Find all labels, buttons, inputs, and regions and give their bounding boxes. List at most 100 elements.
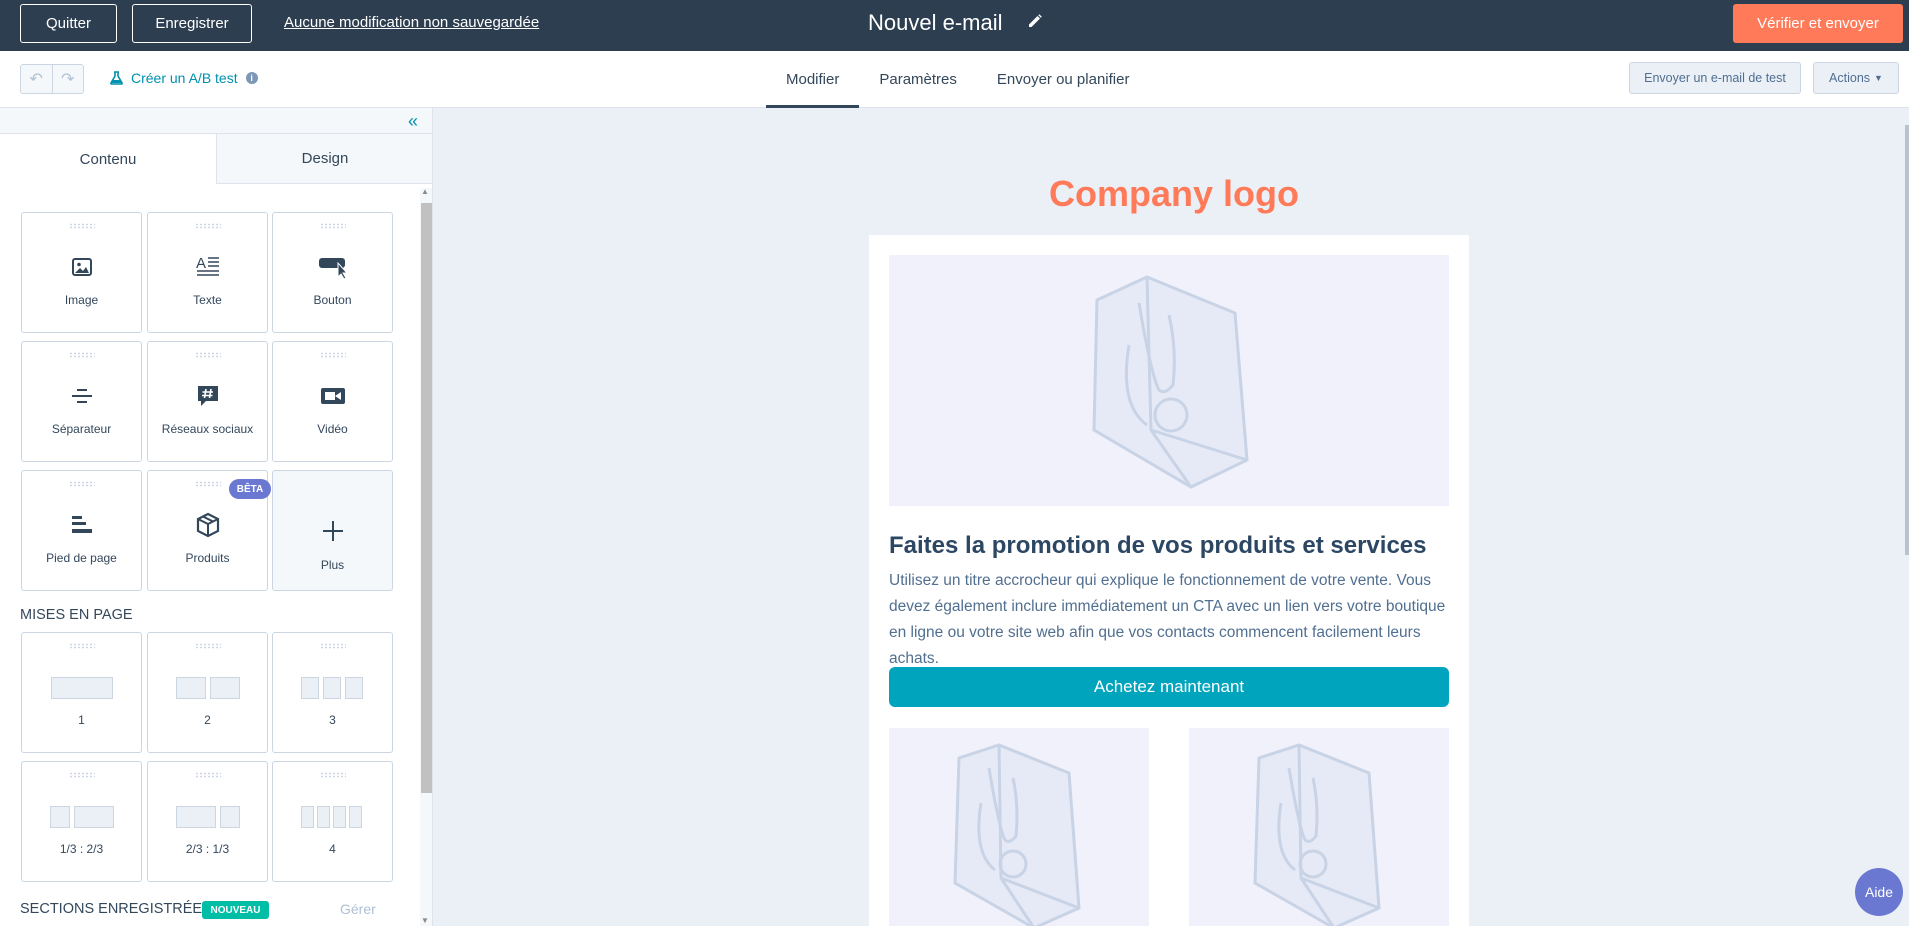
module-more[interactable]: Plus <box>272 470 393 591</box>
video-icon <box>273 382 392 410</box>
module-label: Bouton <box>313 293 352 307</box>
editor-toolbar: ↶ ↷ Créer un A/B test i Modifier Paramèt… <box>0 51 1909 108</box>
drag-handle-icon <box>69 481 95 487</box>
drag-handle-icon <box>69 223 95 229</box>
pencil-icon[interactable] <box>1027 13 1043 29</box>
layout-2-3-1-3[interactable]: 2/3 : 1/3 <box>147 761 268 882</box>
layout-column-preview <box>301 677 319 699</box>
module-footer[interactable]: Pied de page <box>21 470 142 591</box>
company-logo[interactable]: Company logo <box>1049 173 1299 215</box>
verify-and-send-button[interactable]: Vérifier et envoyer <box>1733 4 1903 43</box>
module-divider[interactable]: Séparateur <box>21 341 142 462</box>
email-title[interactable]: Nouvel e-mail <box>868 10 1003 36</box>
button-icon <box>273 253 392 281</box>
canvas-scrollbar[interactable] <box>1905 125 1909 555</box>
layout-column-preview <box>176 806 216 828</box>
manage-link[interactable]: Gérer <box>340 901 376 917</box>
layout-1-3-2-3[interactable]: 1/3 : 2/3 <box>21 761 142 882</box>
ab-test-link[interactable]: Créer un A/B test i <box>110 70 258 86</box>
layout-column-preview <box>301 806 314 828</box>
drag-handle-icon <box>195 481 221 487</box>
module-text[interactable]: A Texte <box>147 212 268 333</box>
drag-handle-icon <box>320 643 346 649</box>
drag-handle-icon <box>195 772 221 778</box>
actions-dropdown[interactable]: Actions ▼ <box>1813 62 1899 94</box>
layout-column-preview <box>176 677 206 699</box>
module-label: Pied de page <box>46 551 117 565</box>
shopping-bag-icon <box>953 743 1081 926</box>
unsaved-changes-link[interactable]: Aucune modification non sauvegardée <box>284 14 539 31</box>
email-body-text[interactable]: Utilisez un titre accrocheur qui expliqu… <box>889 568 1454 672</box>
layout-3-columns[interactable]: 3 <box>272 632 393 753</box>
sidebar-header: « <box>0 108 432 134</box>
drag-handle-icon <box>320 352 346 358</box>
social-icon <box>148 382 267 410</box>
top-bar: Quitter Enregistrer Aucune modification … <box>0 0 1909 51</box>
sidebar-scrollbar-thumb[interactable] <box>421 203 432 793</box>
shop-now-button[interactable]: Achetez maintenant <box>889 667 1449 707</box>
layout-label: 2 <box>204 713 211 727</box>
layout-column-preview <box>51 677 113 699</box>
module-label: Réseaux sociaux <box>161 422 254 436</box>
save-button[interactable]: Enregistrer <box>132 4 252 43</box>
products-icon <box>148 511 267 539</box>
tab-parametres[interactable]: Paramètres <box>859 51 977 108</box>
layout-column-preview <box>50 806 70 828</box>
module-label: Image <box>64 293 99 307</box>
drag-handle-icon <box>320 223 346 229</box>
drag-handle-icon <box>320 772 346 778</box>
image-icon <box>22 253 141 281</box>
layout-column-preview <box>317 806 330 828</box>
scroll-down-icon[interactable]: ▼ <box>421 916 429 925</box>
text-icon: A <box>148 253 267 281</box>
layout-4-columns[interactable]: 4 <box>272 761 393 882</box>
redo-icon[interactable]: ↷ <box>53 65 84 93</box>
help-button[interactable]: Aide <box>1855 868 1903 916</box>
email-headline[interactable]: Faites la promotion de vos produits et s… <box>889 532 1426 560</box>
tab-contenu[interactable]: Contenu <box>0 134 217 184</box>
product-image-right[interactable] <box>1189 728 1449 926</box>
ab-test-label[interactable]: Créer un A/B test <box>131 70 238 86</box>
drag-handle-icon <box>195 223 221 229</box>
footer-icon <box>22 511 141 539</box>
plus-icon <box>273 517 392 545</box>
new-badge: NOUVEAU <box>202 901 269 919</box>
scroll-up-icon[interactable]: ▲ <box>421 187 429 196</box>
svg-text:A: A <box>196 255 206 272</box>
tab-modifier[interactable]: Modifier <box>766 51 860 108</box>
module-image[interactable]: Image <box>21 212 142 333</box>
module-label: Séparateur <box>51 422 112 436</box>
product-image-left[interactable] <box>889 728 1149 926</box>
quit-button[interactable]: Quitter <box>20 4 117 43</box>
layout-column-preview <box>210 677 240 699</box>
layout-label: 2/3 : 1/3 <box>185 842 230 856</box>
beta-badge: BÊTA <box>229 479 271 499</box>
shopping-bag-icon <box>1092 275 1249 489</box>
layout-label: 1/3 : 2/3 <box>59 842 104 856</box>
collapse-sidebar-icon[interactable]: « <box>408 111 418 132</box>
tab-design[interactable]: Design <box>217 134 432 184</box>
module-video[interactable]: Vidéo <box>272 341 393 462</box>
actions-label: Actions <box>1829 71 1871 85</box>
layout-1-column[interactable]: 1 <box>21 632 142 753</box>
drag-handle-icon <box>69 772 95 778</box>
layout-column-preview <box>349 806 362 828</box>
info-icon[interactable]: i <box>245 72 258 84</box>
saved-sections-title: SECTIONS ENREGISTRÉES <box>20 901 212 917</box>
flask-icon <box>110 71 123 85</box>
divider-icon <box>22 382 141 410</box>
layout-column-preview <box>333 806 346 828</box>
layout-label: 1 <box>78 713 85 727</box>
shopping-bag-icon <box>1253 743 1381 926</box>
tab-envoyer-ou-planifier[interactable]: Envoyer ou planifier <box>977 51 1150 108</box>
layout-column-preview <box>345 677 363 699</box>
layout-2-columns[interactable]: 2 <box>147 632 268 753</box>
hero-image[interactable] <box>889 255 1449 506</box>
layout-column-preview <box>323 677 341 699</box>
module-button[interactable]: Bouton <box>272 212 393 333</box>
send-test-email-button[interactable]: Envoyer un e-mail de test <box>1629 62 1801 94</box>
undo-redo-group: ↶ ↷ <box>20 64 84 94</box>
undo-icon[interactable]: ↶ <box>21 65 53 93</box>
module-social[interactable]: Réseaux sociaux <box>147 341 268 462</box>
layout-column-preview <box>74 806 114 828</box>
